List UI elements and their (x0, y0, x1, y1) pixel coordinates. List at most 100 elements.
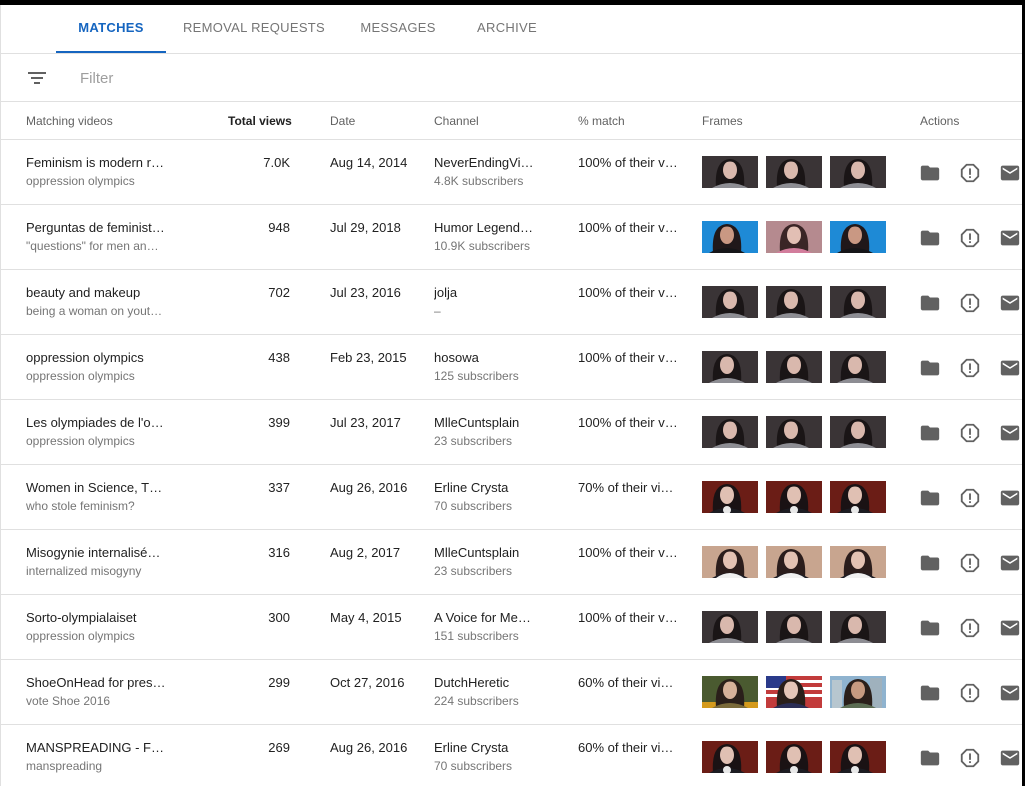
column-header-match[interactable]: % match (578, 114, 625, 128)
frame-thumbnail[interactable] (830, 351, 886, 383)
frame-thumbnail[interactable] (766, 481, 822, 513)
mail-icon[interactable] (999, 292, 1021, 314)
mail-icon[interactable] (999, 747, 1021, 769)
table-row[interactable]: Perguntas de feminist… "questions" for m… (0, 205, 1022, 270)
folder-icon[interactable] (919, 422, 941, 444)
channel-name[interactable]: hosowa (434, 350, 534, 365)
report-icon[interactable] (959, 227, 981, 249)
frame-thumbnail[interactable] (766, 221, 822, 253)
table-row[interactable]: Women in Science, Th… who stole feminism… (0, 465, 1022, 530)
frame-thumbnail[interactable] (766, 286, 822, 318)
channel-name[interactable]: Erline Crysta (434, 480, 534, 495)
channel-name[interactable]: MlleCuntsplain (434, 415, 534, 430)
table-row[interactable]: Les olympiades de l'o… oppression olympi… (0, 400, 1022, 465)
frame-thumbnail[interactable] (702, 286, 758, 318)
mail-icon[interactable] (999, 422, 1021, 444)
report-icon[interactable] (959, 747, 981, 769)
frame-thumbnail[interactable] (830, 416, 886, 448)
report-icon[interactable] (959, 422, 981, 444)
frame-thumbnail[interactable] (702, 351, 758, 383)
column-header-views[interactable]: Total views (228, 114, 292, 128)
channel-name[interactable]: NeverEndingVi… (434, 155, 534, 170)
channel-name[interactable]: A Voice for Me… (434, 610, 534, 625)
frame-thumbnail[interactable] (766, 156, 822, 188)
report-icon[interactable] (959, 617, 981, 639)
table-row[interactable]: oppression olympics oppression olympics … (0, 335, 1022, 400)
video-title[interactable]: beauty and makeup (26, 285, 166, 300)
frame-thumbnail[interactable] (766, 351, 822, 383)
frame-thumbnail[interactable] (830, 221, 886, 253)
frame-thumbnail[interactable] (702, 611, 758, 643)
tab-messages[interactable]: MESSAGES (350, 5, 446, 53)
report-icon[interactable] (959, 682, 981, 704)
frame-thumbnail[interactable] (830, 611, 886, 643)
folder-icon[interactable] (919, 552, 941, 574)
report-icon[interactable] (959, 292, 981, 314)
frame-thumbnail[interactable] (766, 676, 822, 708)
frame-thumbnail[interactable] (830, 156, 886, 188)
video-title[interactable]: Feminism is modern r… (26, 155, 166, 170)
table-row[interactable]: Misogynie internalisé… internalized miso… (0, 530, 1022, 595)
frame-thumbnail[interactable] (702, 546, 758, 578)
frame-thumbnail[interactable] (830, 741, 886, 773)
mail-icon[interactable] (999, 552, 1021, 574)
table-row[interactable]: Sorto-olympialaiset oppression olympics … (0, 595, 1022, 660)
frame-thumbnail[interactable] (830, 546, 886, 578)
tab-removal-requests[interactable]: REMOVAL REQUESTS (176, 5, 332, 53)
frame-thumbnail[interactable] (830, 286, 886, 318)
mail-icon[interactable] (999, 682, 1021, 704)
table-row[interactable]: beauty and makeup being a woman on yout…… (0, 270, 1022, 335)
frame-thumbnail[interactable] (830, 481, 886, 513)
report-icon[interactable] (959, 487, 981, 509)
mail-icon[interactable] (999, 487, 1021, 509)
table-row[interactable]: ShoeOnHead for presi… vote Shoe 2016 299… (0, 660, 1022, 725)
folder-icon[interactable] (919, 487, 941, 509)
folder-icon[interactable] (919, 292, 941, 314)
column-header-channel[interactable]: Channel (434, 114, 479, 128)
mail-icon[interactable] (999, 162, 1021, 184)
folder-icon[interactable] (919, 747, 941, 769)
tab-matches[interactable]: MATCHES (56, 5, 166, 53)
mail-icon[interactable] (999, 617, 1021, 639)
channel-name[interactable]: DutchHeretic (434, 675, 534, 690)
frame-thumbnail[interactable] (702, 481, 758, 513)
channel-name[interactable]: jolja (434, 285, 534, 300)
column-header-date[interactable]: Date (330, 114, 355, 128)
folder-icon[interactable] (919, 357, 941, 379)
video-title[interactable]: Les olympiades de l'o… (26, 415, 166, 430)
video-title[interactable]: Women in Science, Th… (26, 480, 166, 495)
column-header-video[interactable]: Matching videos (26, 114, 113, 128)
video-title[interactable]: Sorto-olympialaiset (26, 610, 166, 625)
filter-list-icon[interactable] (27, 70, 47, 86)
frame-thumbnail[interactable] (702, 221, 758, 253)
mail-icon[interactable] (999, 357, 1021, 379)
frame-thumbnail[interactable] (702, 416, 758, 448)
frame-thumbnail[interactable] (830, 676, 886, 708)
folder-icon[interactable] (919, 162, 941, 184)
table-row[interactable]: Feminism is modern r… oppression olympic… (0, 140, 1022, 205)
mail-icon[interactable] (999, 227, 1021, 249)
channel-name[interactable]: Erline Crysta (434, 740, 534, 755)
frame-thumbnail[interactable] (766, 546, 822, 578)
folder-icon[interactable] (919, 227, 941, 249)
report-icon[interactable] (959, 552, 981, 574)
folder-icon[interactable] (919, 682, 941, 704)
folder-icon[interactable] (919, 617, 941, 639)
video-title[interactable]: ShoeOnHead for presi… (26, 675, 166, 690)
video-title[interactable]: Misogynie internalisé… (26, 545, 166, 560)
frame-thumbnail[interactable] (702, 156, 758, 188)
frame-thumbnail[interactable] (766, 416, 822, 448)
video-title[interactable]: Perguntas de feminist… (26, 220, 166, 235)
frame-thumbnail[interactable] (766, 741, 822, 773)
filter-input[interactable] (80, 66, 480, 90)
frame-thumbnail[interactable] (766, 611, 822, 643)
table-row[interactable]: MANSPREADING - Fe… manspreading 269 Aug … (0, 725, 1022, 786)
report-icon[interactable] (959, 357, 981, 379)
tab-archive[interactable]: ARCHIVE (466, 5, 548, 53)
report-icon[interactable] (959, 162, 981, 184)
channel-name[interactable]: MlleCuntsplain (434, 545, 534, 560)
frame-thumbnail[interactable] (702, 676, 758, 708)
channel-name[interactable]: Humor Legend… (434, 220, 534, 235)
video-title[interactable]: oppression olympics (26, 350, 166, 365)
frame-thumbnail[interactable] (702, 741, 758, 773)
